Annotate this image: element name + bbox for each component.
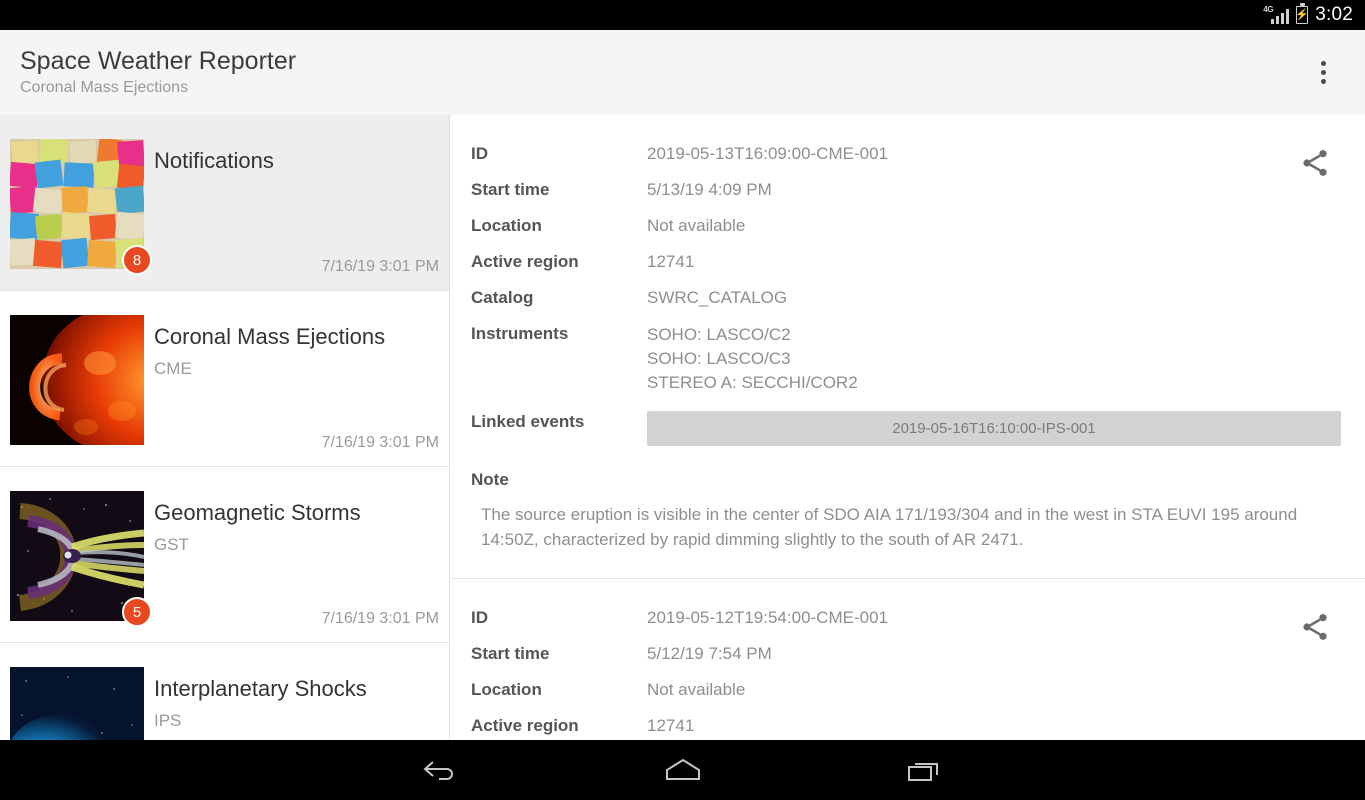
thumbnail-sticky-notes	[10, 139, 144, 269]
instrument-line: SOHO: LASCO/C2	[647, 325, 791, 344]
sidebar-item-label: Geomagnetic Storms	[154, 500, 361, 525]
share-icon[interactable]	[1289, 601, 1341, 653]
field-label: Linked events	[471, 412, 585, 431]
field-id: ID 2019-05-13T16:09:00-CME-001	[451, 143, 1365, 165]
android-nav-bar	[0, 740, 1365, 800]
field-value: SOHO: LASCO/C2 SOHO: LASCO/C3 STEREO A: …	[647, 323, 858, 395]
field-label: Active region	[471, 252, 579, 271]
field-value: Not available	[647, 216, 746, 235]
event-type-list[interactable]: 8 Notifications 7/16/19 3:01 PM Coronal …	[0, 115, 450, 740]
field-active-region: Active region 12741	[451, 251, 1365, 273]
sidebar-item-timestamp: 7/16/19 3:01 PM	[321, 258, 439, 275]
app-bar: Space Weather Reporter Coronal Mass Ejec…	[0, 30, 1365, 115]
thumbnail-aurora	[10, 667, 144, 740]
field-location: Location Not available	[451, 215, 1365, 237]
field-label: Location	[471, 680, 542, 699]
sidebar-item-notifications[interactable]: 8 Notifications 7/16/19 3:01 PM	[0, 115, 449, 291]
magnetosphere-art	[10, 491, 144, 621]
field-value: 5/13/19 4:09 PM	[647, 180, 772, 199]
unread-badge: 5	[122, 597, 152, 627]
sidebar-item-interplanetary-shocks[interactable]: Interplanetary Shocks IPS	[0, 643, 449, 740]
field-value: 2019-05-13T16:09:00-CME-001	[647, 144, 888, 163]
status-bar: 4G ⚡ 3:02	[0, 0, 1365, 30]
field-label: Location	[471, 216, 542, 235]
instrument-line: STEREO A: SECCHI/COR2	[647, 373, 858, 392]
aurora-art	[10, 667, 144, 740]
event-card: ID 2019-05-12T19:54:00-CME-001 Start tim…	[451, 578, 1365, 740]
content-area: 8 Notifications 7/16/19 3:01 PM Coronal …	[0, 115, 1365, 740]
instrument-line: SOHO: LASCO/C3	[647, 349, 791, 368]
thumbnail-solar-flare	[10, 315, 144, 445]
field-value: 12741	[647, 252, 695, 271]
field-value: 5/12/19 7:54 PM	[647, 644, 772, 663]
field-id: ID 2019-05-12T19:54:00-CME-001	[451, 607, 1365, 629]
page-title: Space Weather Reporter	[20, 47, 297, 75]
thumbnail-magnetosphere	[10, 491, 144, 621]
field-active-region: Active region 12741	[451, 715, 1365, 737]
sidebar-item-coronal-mass-ejections[interactable]: Coronal Mass Ejections CME 7/16/19 3:01 …	[0, 291, 449, 467]
home-icon[interactable]	[648, 748, 718, 792]
sidebar-item-timestamp: 7/16/19 3:01 PM	[321, 610, 439, 627]
event-card: ID 2019-05-13T16:09:00-CME-001 Start tim…	[451, 115, 1365, 578]
overflow-menu-icon[interactable]	[1295, 45, 1351, 101]
page-subtitle: Coronal Mass Ejections	[20, 79, 189, 96]
sidebar-item-subtitle: CME	[154, 359, 192, 378]
signal-bars-icon	[1271, 9, 1290, 24]
sidebar-item-subtitle: GST	[154, 535, 189, 554]
app-screen: 4G ⚡ 3:02 Space Weather Reporter Coronal…	[0, 0, 1365, 800]
unread-badge: 8	[122, 245, 152, 275]
field-value: 12741	[647, 716, 695, 735]
field-value: 2019-05-12T19:54:00-CME-001	[647, 608, 888, 627]
status-bar-clock: 3:02	[1315, 4, 1353, 25]
signal-4g-icon: 4G	[1263, 6, 1290, 24]
field-linked-events: Linked events 2019-05-16T16:10:00-IPS-00…	[451, 411, 1365, 446]
solar-flare-art	[10, 315, 144, 445]
field-label: Start time	[471, 180, 550, 199]
field-location: Location Not available	[451, 679, 1365, 701]
battery-charging-icon: ⚡	[1295, 3, 1309, 24]
field-label: ID	[471, 608, 488, 627]
field-label: Start time	[471, 644, 550, 663]
sidebar-item-label: Interplanetary Shocks	[154, 676, 367, 701]
field-value: Not available	[647, 680, 746, 699]
field-start-time: Start time 5/12/19 7:54 PM	[451, 643, 1365, 665]
note-text: The source eruption is visible in the ce…	[481, 505, 1298, 549]
field-label: Catalog	[471, 288, 534, 307]
field-instruments: Instruments SOHO: LASCO/C2 SOHO: LASCO/C…	[451, 323, 1365, 395]
recents-icon[interactable]	[890, 748, 960, 792]
field-value: SWRC_CATALOG	[647, 288, 788, 307]
field-catalog: Catalog SWRC_CATALOG	[451, 287, 1365, 309]
sidebar-item-label: Notifications	[154, 148, 274, 173]
sidebar-item-subtitle: IPS	[154, 711, 182, 730]
field-label: ID	[471, 144, 488, 163]
linked-event-chip[interactable]: 2019-05-16T16:10:00-IPS-001	[647, 411, 1341, 446]
field-label: Instruments	[471, 324, 569, 343]
sidebar-item-label: Coronal Mass Ejections	[154, 324, 386, 349]
event-detail-panel: ID 2019-05-13T16:09:00-CME-001 Start tim…	[451, 115, 1365, 740]
note-label: Note	[471, 470, 509, 489]
field-label: Active region	[471, 716, 579, 735]
back-arrow-icon[interactable]	[406, 748, 476, 792]
app-bar-titles: Space Weather Reporter Coronal Mass Ejec…	[0, 46, 1295, 99]
share-icon[interactable]	[1289, 137, 1341, 189]
sidebar-item-geomagnetic-storms[interactable]: 5 Geomagnetic Storms GST 7/16/19 3:01 PM	[0, 467, 449, 643]
field-start-time: Start time 5/13/19 4:09 PM	[451, 179, 1365, 201]
sidebar-item-timestamp: 7/16/19 3:01 PM	[321, 434, 439, 451]
sticky-notes-art	[10, 139, 144, 269]
